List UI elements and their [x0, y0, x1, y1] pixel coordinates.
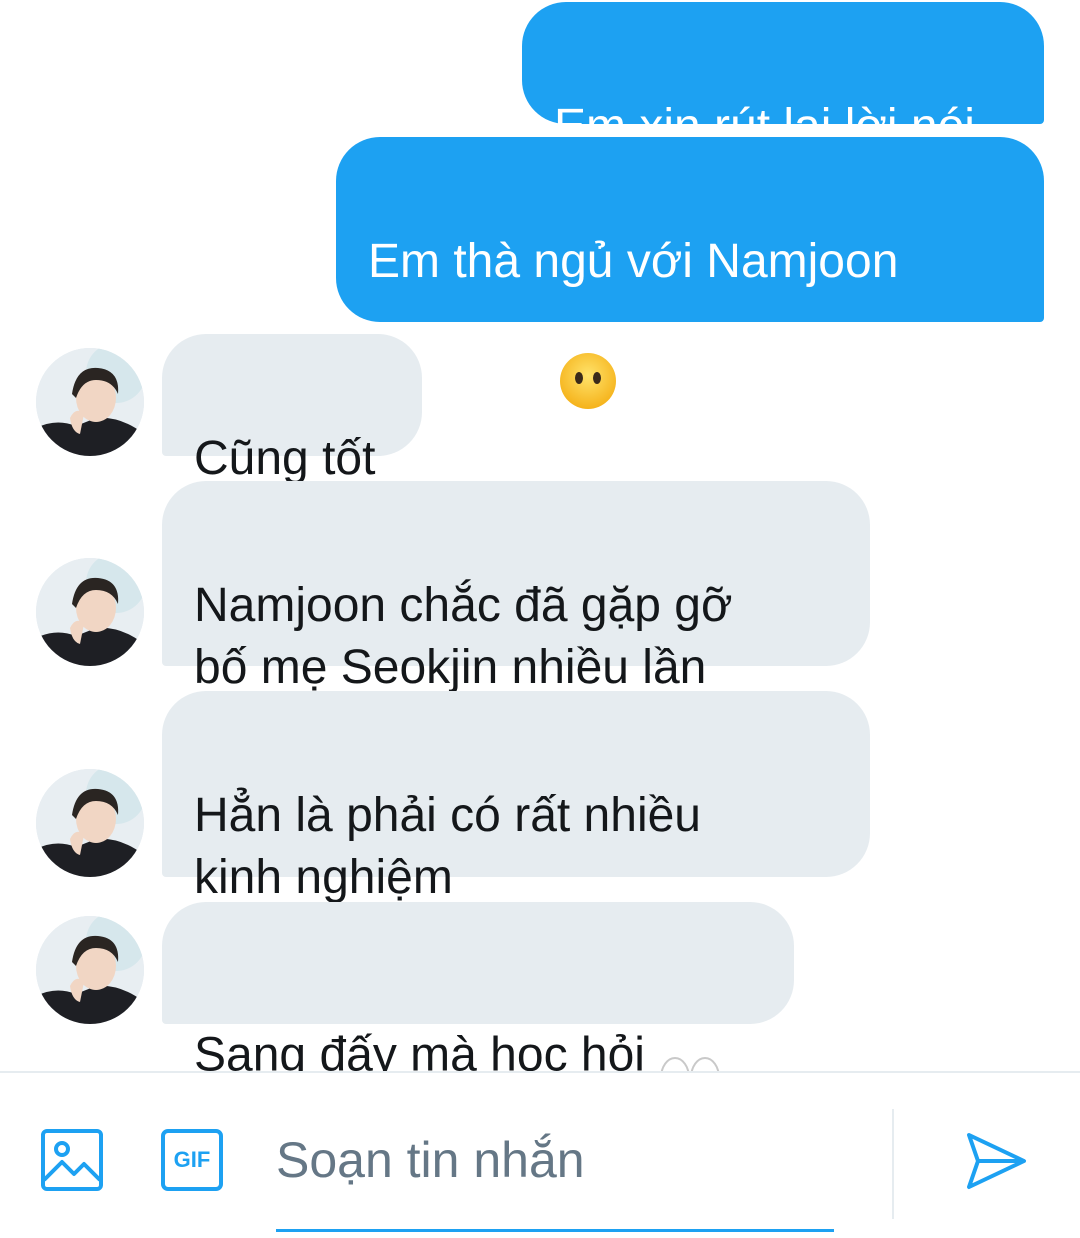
dm-conversation-screen: Em xin rút lại lời nói Em thà ngủ với Na… [0, 0, 1080, 1238]
outgoing-message[interactable]: Em xin rút lại lời nói [522, 2, 1044, 153]
message-text: Namjoon chắc đã gặp gỡ bố mẹ Seokjin nhi… [194, 579, 733, 694]
gif-label: GIF [173, 1147, 211, 1172]
incoming-message[interactable]: Namjoon chắc đã gặp gỡ bố mẹ Seokjin nhi… [162, 481, 870, 694]
composer-divider [892, 1109, 894, 1219]
contact-avatar[interactable] [36, 916, 144, 1024]
send-icon[interactable] [964, 1129, 1028, 1193]
contact-avatar[interactable] [36, 348, 144, 456]
contact-avatar[interactable] [36, 769, 144, 877]
incoming-message[interactable]: Sang đấy mà học hỏi [162, 902, 794, 1099]
input-focus-underline [276, 1229, 834, 1232]
incoming-message[interactable]: Hẳn là phải có rất nhiều kinh nghiệm [162, 691, 870, 904]
gif-icon[interactable]: GIF [160, 1128, 224, 1192]
message-composer: GIF [0, 1071, 1080, 1238]
incoming-message[interactable]: Cũng tốt [162, 334, 422, 485]
outgoing-message[interactable]: Em thà ngủ với Namjoon còn hơn [336, 137, 1044, 409]
image-icon[interactable] [40, 1128, 104, 1192]
message-input[interactable] [276, 1121, 834, 1199]
message-text: Em thà ngủ với Namjoon còn hơn [368, 235, 899, 386]
contact-avatar[interactable] [36, 558, 144, 666]
message-text: Cũng tốt [194, 432, 376, 485]
message-text: Hẳn là phải có rất nhiều kinh nghiệm [194, 789, 701, 904]
face-without-mouth-emoji-icon [558, 289, 618, 427]
